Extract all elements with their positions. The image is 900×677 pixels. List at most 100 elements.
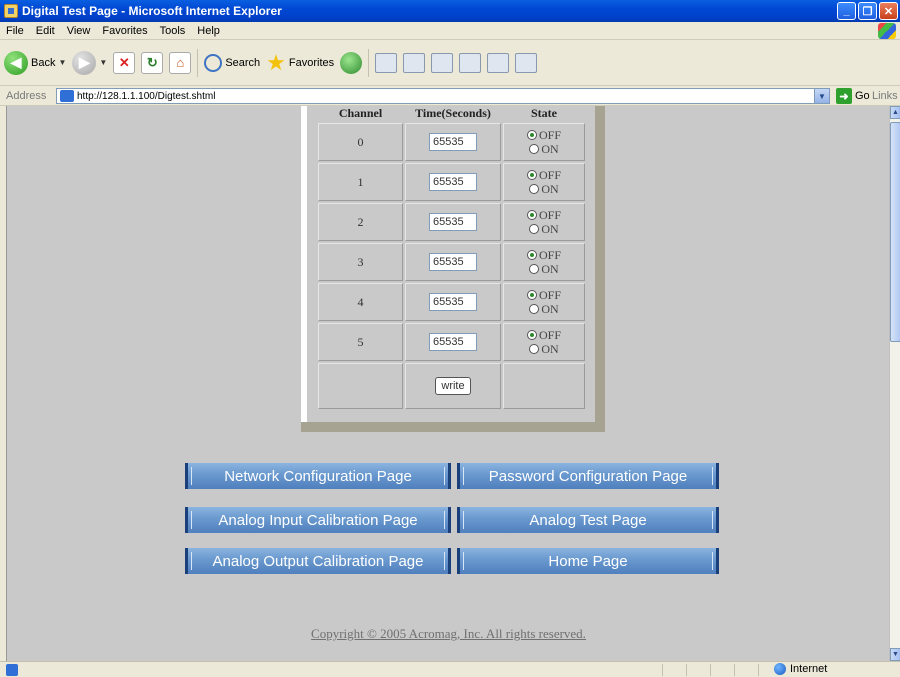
state-on-option[interactable]: ON: [504, 182, 584, 196]
status-bar: Internet: [0, 661, 900, 677]
channel-cell: 0: [318, 123, 403, 161]
state-cell: OFF ON: [503, 243, 585, 281]
messenger-icon[interactable]: [515, 52, 538, 73]
address-input[interactable]: http://128.1.1.100/Digtest.shtml ▼: [56, 88, 830, 104]
time-input[interactable]: 65535: [429, 173, 477, 191]
home-icon[interactable]: ⌂: [169, 51, 192, 74]
menu-file[interactable]: File: [0, 25, 30, 37]
state-off-option[interactable]: OFF: [504, 208, 584, 222]
refresh-icon[interactable]: ↻: [141, 51, 164, 74]
search-label: Search: [225, 56, 261, 69]
radio-selected-icon[interactable]: [526, 210, 537, 220]
mail-icon[interactable]: [375, 52, 398, 73]
print-icon[interactable]: [403, 52, 426, 73]
forward-arrow-icon: ▶: [72, 50, 97, 75]
state-on-option[interactable]: ON: [504, 222, 584, 236]
radio-icon[interactable]: [529, 304, 540, 314]
favorites-label: Favorites: [288, 56, 335, 69]
table-row: 4 65535 OFF ON: [318, 283, 585, 321]
state-on-label: ON: [541, 142, 559, 156]
time-input[interactable]: 65535: [429, 333, 477, 351]
time-input[interactable]: 65535: [429, 213, 477, 231]
table-row: 1 65535 OFF ON: [318, 163, 585, 201]
analog-input-calibration-link[interactable]: Analog Input Calibration Page: [185, 507, 451, 533]
zone-label: Internet: [790, 663, 828, 675]
copyright-link[interactable]: Copyright © 2005 Acromag, Inc. All right…: [7, 626, 889, 642]
research-icon[interactable]: [487, 52, 510, 73]
time-input[interactable]: 65535: [429, 133, 477, 151]
chevron-down-icon[interactable]: ▼: [814, 89, 829, 103]
search-button[interactable]: Search: [204, 53, 261, 72]
state-on-option[interactable]: ON: [504, 142, 584, 156]
state-on-option[interactable]: ON: [504, 302, 584, 316]
radio-selected-icon[interactable]: [526, 130, 537, 140]
write-button[interactable]: write: [435, 377, 471, 395]
menu-favorites[interactable]: Favorites: [96, 25, 153, 37]
address-bar: Address http://128.1.1.100/Digtest.shtml…: [0, 86, 900, 106]
go-button[interactable]: ➜ Go: [836, 88, 870, 104]
channel-cell: 5: [318, 323, 403, 361]
title-bar: Digital Test Page - Microsoft Internet E…: [0, 0, 900, 22]
state-off-option[interactable]: OFF: [504, 248, 584, 262]
folder-icon[interactable]: [459, 52, 482, 73]
media-icon[interactable]: [340, 51, 363, 74]
analog-output-calibration-link[interactable]: Analog Output Calibration Page: [185, 548, 451, 574]
close-button[interactable]: ✕: [879, 2, 898, 20]
links-button[interactable]: Links: [872, 90, 898, 102]
state-off-option[interactable]: OFF: [504, 328, 584, 342]
menu-edit[interactable]: Edit: [30, 25, 61, 37]
toolbar: ◀ Back ▼ ▶ ▼ ✕ ↻ ⌂ Search ★ Favorites: [0, 40, 900, 86]
stop-icon[interactable]: ✕: [113, 51, 136, 74]
address-label: Address: [6, 89, 47, 102]
empty-cell: [318, 363, 403, 409]
radio-icon[interactable]: [529, 224, 540, 234]
time-input[interactable]: 65535: [429, 253, 477, 271]
digital-output-table: Channel Time(Seconds) State 0 65535 OFF …: [316, 106, 587, 411]
vertical-scrollbar[interactable]: ▲ ▼: [889, 106, 900, 661]
state-off-option[interactable]: OFF: [504, 128, 584, 142]
radio-icon[interactable]: [529, 344, 540, 354]
state-off-option[interactable]: OFF: [504, 288, 584, 302]
scroll-up-icon[interactable]: ▲: [890, 106, 900, 119]
maximize-button[interactable]: ❐: [858, 2, 877, 20]
menu-bar: File Edit View Favorites Tools Help: [0, 22, 900, 40]
menu-tools[interactable]: Tools: [154, 25, 192, 37]
radio-selected-icon[interactable]: [526, 330, 537, 340]
menu-view[interactable]: View: [61, 25, 97, 37]
status-divider: [734, 664, 735, 676]
favorites-button[interactable]: ★ Favorites: [266, 49, 335, 75]
radio-selected-icon[interactable]: [526, 250, 537, 260]
radio-selected-icon[interactable]: [526, 290, 537, 300]
time-input[interactable]: 65535: [429, 293, 477, 311]
state-on-option[interactable]: ON: [504, 342, 584, 356]
radio-icon[interactable]: [529, 144, 540, 154]
home-page-link[interactable]: Home Page: [457, 548, 719, 574]
forward-button[interactable]: ▶ ▼: [72, 50, 107, 75]
status-divider: [758, 664, 759, 676]
minimize-button[interactable]: _: [837, 2, 856, 20]
address-url: http://128.1.1.100/Digtest.shtml: [77, 90, 216, 102]
favorites-star-icon: ★: [266, 49, 286, 75]
analog-test-link[interactable]: Analog Test Page: [457, 507, 719, 533]
time-cell: 65535: [405, 243, 501, 281]
menu-help[interactable]: Help: [191, 25, 226, 37]
scroll-down-icon[interactable]: ▼: [890, 648, 900, 661]
empty-cell: [503, 363, 585, 409]
scroll-thumb[interactable]: [890, 122, 900, 342]
network-config-link[interactable]: Network Configuration Page: [185, 463, 451, 489]
edit-icon[interactable]: [431, 52, 454, 73]
radio-icon[interactable]: [529, 184, 540, 194]
password-config-link[interactable]: Password Configuration Page: [457, 463, 719, 489]
back-button[interactable]: ◀ Back ▼: [4, 50, 66, 75]
radio-icon[interactable]: [529, 264, 540, 274]
state-off-label: OFF: [538, 168, 561, 182]
state-on-option[interactable]: ON: [504, 262, 584, 276]
page-status-icon: [6, 663, 18, 676]
state-cell: OFF ON: [503, 123, 585, 161]
column-header-state: State: [531, 106, 557, 120]
state-off-option[interactable]: OFF: [504, 168, 584, 182]
search-icon: [204, 53, 223, 72]
radio-selected-icon[interactable]: [526, 170, 537, 180]
status-divider: [662, 664, 663, 676]
state-on-label: ON: [541, 182, 559, 196]
